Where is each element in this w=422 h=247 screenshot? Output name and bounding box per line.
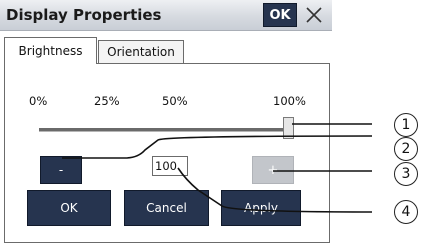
callout-2: 2 xyxy=(394,137,418,161)
leader-line-2 xyxy=(62,135,373,159)
leader-line-4 xyxy=(177,167,373,213)
callout-3: 3 xyxy=(394,162,418,186)
callout-4: 4 xyxy=(394,200,418,224)
callout-1: 1 xyxy=(394,113,418,137)
tab-brightness[interactable]: Brightness xyxy=(4,37,97,64)
